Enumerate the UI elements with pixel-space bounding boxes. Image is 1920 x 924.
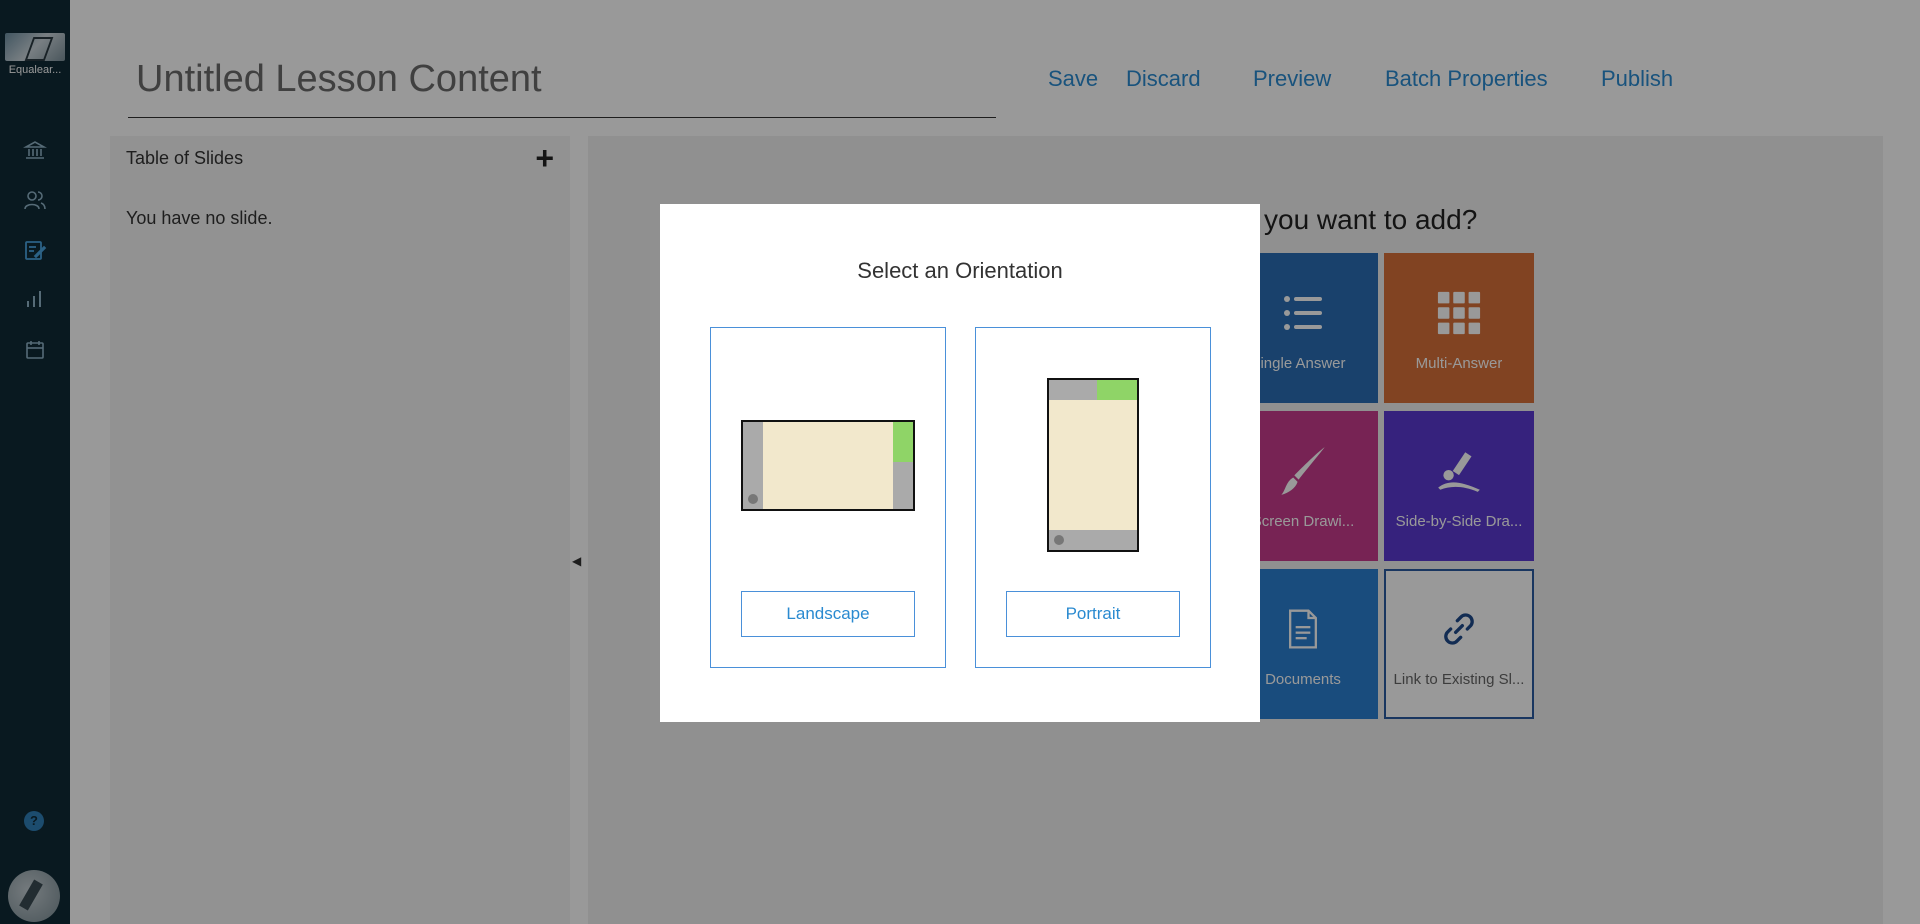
landscape-option-card[interactable]: Landscape <box>710 327 946 668</box>
portrait-button[interactable]: Portrait <box>1006 591 1180 637</box>
portrait-option-card[interactable]: Portrait <box>975 327 1211 668</box>
dialog-title: Select an Orientation <box>857 258 1063 283</box>
landscape-button[interactable]: Landscape <box>741 591 915 637</box>
landscape-device-illustration <box>741 420 915 511</box>
orientation-dialog: Select an Orientation Landscape Portrait <box>660 204 1260 722</box>
portrait-device-illustration <box>1047 378 1139 552</box>
